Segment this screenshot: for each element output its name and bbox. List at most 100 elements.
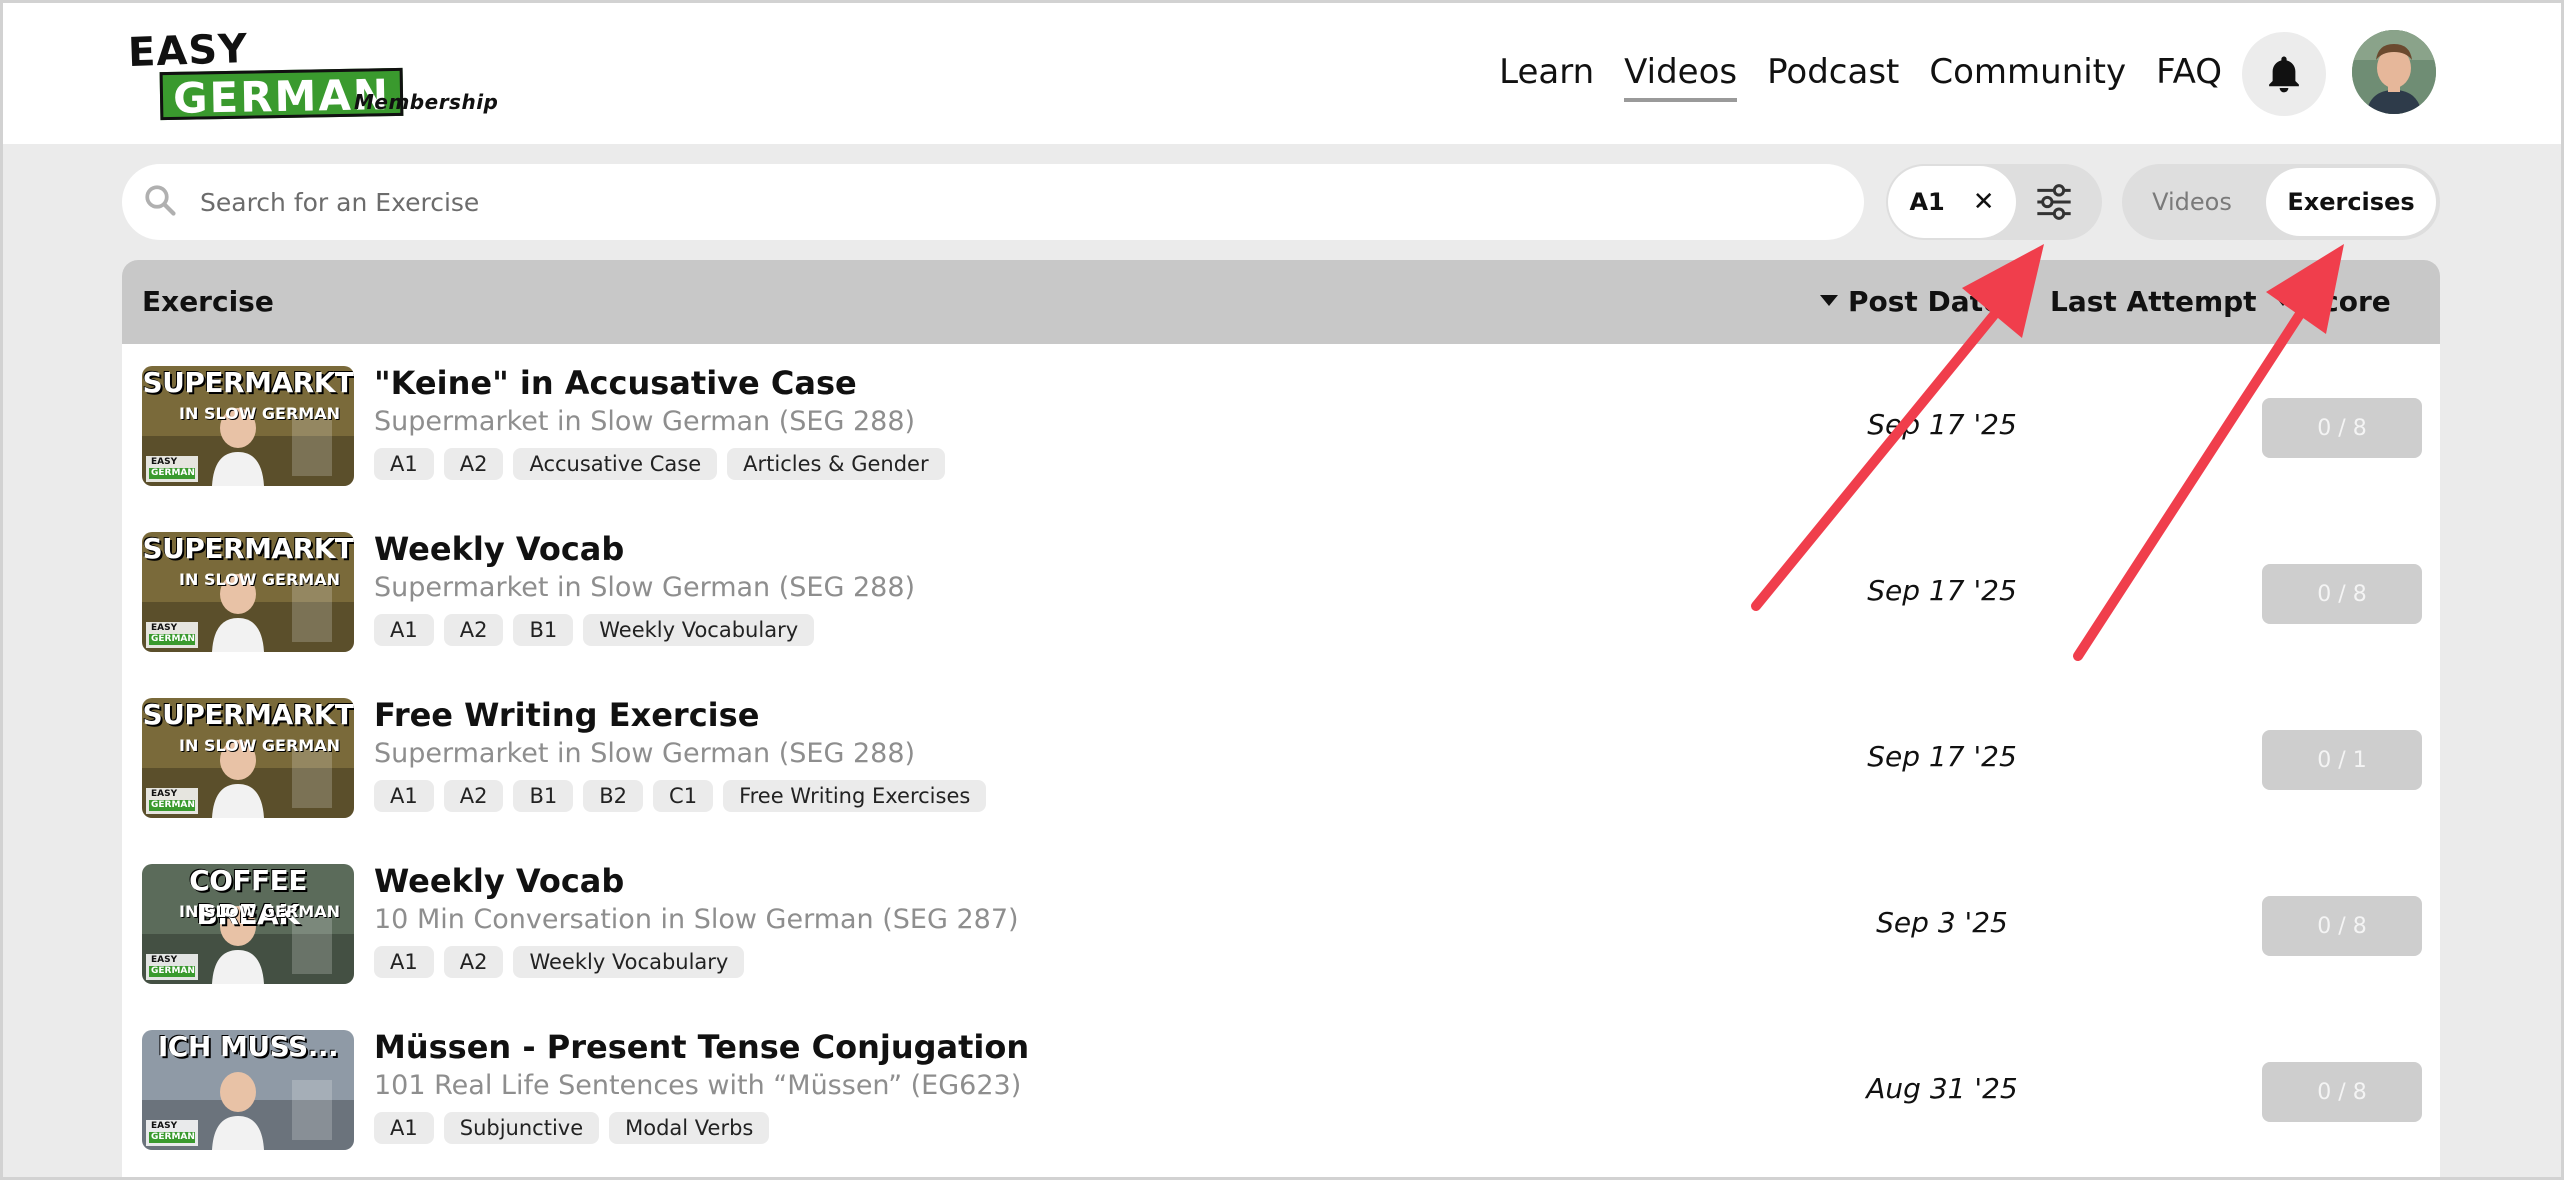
badge-german: GERMAN — [149, 634, 195, 645]
sliders-icon — [2037, 184, 2071, 220]
thumbnail-headline: SUPERMARKT — [142, 532, 354, 565]
exercise-title[interactable]: Weekly Vocab — [374, 530, 624, 568]
table-row[interactable]: ICH MUSS... EASY GERMAN Müssen - Present Te… — [122, 1008, 2440, 1174]
badge-easy: EASY — [151, 955, 178, 965]
level-tag: Accusative Case — [513, 448, 718, 480]
video-thumbnail[interactable]: SUPERMARKT IN SLOW GERMAN EASY GERMAN — [142, 698, 354, 818]
thumbnail-headline: ICH MUSS... — [157, 1030, 339, 1063]
tag-list: A1 Subjunctive Modal Verbs — [374, 1112, 770, 1144]
logo-easy-text: EASY — [127, 25, 249, 77]
thumbnail-subtext: IN SLOW GERMAN — [179, 736, 340, 755]
level-tag: Modal Verbs — [609, 1112, 770, 1144]
easy-german-badge: EASY GERMAN — [146, 954, 198, 980]
nav-videos[interactable]: Videos — [1624, 46, 1737, 102]
nav-podcast[interactable]: Podcast — [1767, 46, 1899, 98]
exercise-source: 10 Min Conversation in Slow German (SEG … — [374, 904, 1019, 935]
notifications-button[interactable] — [2242, 32, 2326, 116]
tag-list: A1 A2 Accusative Case Articles & Gender — [374, 448, 945, 480]
level-tag: Articles & Gender — [727, 448, 945, 480]
badge-german: GERMAN — [149, 468, 195, 479]
search-input[interactable] — [200, 164, 1840, 240]
filter-chip-label: A1 — [1909, 188, 1945, 216]
exercise-title[interactable]: Müssen - Present Tense Conjugation — [374, 1028, 1029, 1066]
badge-easy: EASY — [151, 623, 178, 633]
tag-list: A1 A2 B1 B2 C1 Free Writing Exercises — [374, 780, 987, 812]
badge-german: GERMAN — [149, 800, 195, 811]
nav-faq[interactable]: FAQ — [2156, 46, 2222, 98]
level-tag: A1 — [374, 780, 434, 812]
easy-german-logo[interactable]: EASY GERMAN Membership — [122, 25, 498, 123]
tag-list: A1 A2 B1 Weekly Vocabulary — [374, 614, 815, 646]
thumbnail-subtext: IN SLOW GERMAN — [179, 570, 340, 589]
filter-settings-button[interactable] — [2026, 176, 2082, 228]
video-thumbnail[interactable]: ICH MUSS... EASY GERMAN — [142, 1030, 354, 1150]
sort-caret-icon — [1820, 294, 1838, 306]
exercise-search — [122, 164, 1864, 240]
thumbnail-headline: SUPERMARKT — [142, 366, 354, 399]
post-date: Sep 3 '25 — [1876, 906, 2008, 939]
exercise-source: Supermarket in Slow German (SEG 288) — [374, 406, 916, 437]
level-tag: C1 — [653, 780, 714, 812]
main-nav: Learn Videos Podcast Community FAQ — [1499, 46, 2222, 102]
score-badge[interactable]: 0 / 8 — [2262, 896, 2422, 956]
exercise-title[interactable]: Weekly Vocab — [374, 862, 624, 900]
exercise-title[interactable]: "Keine" in Accusative Case — [374, 364, 857, 402]
score-badge[interactable]: 0 / 8 — [2262, 1062, 2422, 1122]
post-date: Sep 17 '25 — [1867, 408, 2017, 441]
video-thumbnail[interactable]: SUPERMARKT IN SLOW GERMAN EASY GERMAN — [142, 532, 354, 652]
score-badge[interactable]: 0 / 1 — [2262, 730, 2422, 790]
search-icon — [145, 185, 176, 216]
video-thumbnail[interactable]: COFFEE BREAK IN SLOW GERMAN EASY GERMAN — [142, 864, 354, 984]
bell-icon — [2269, 56, 2299, 93]
close-icon[interactable]: ✕ — [1973, 187, 1995, 217]
thumbnail-subtext: IN SLOW GERMAN — [179, 902, 340, 921]
badge-german: GERMAN — [149, 1132, 195, 1143]
nav-learn[interactable]: Learn — [1499, 46, 1594, 98]
sort-caret-icon — [2274, 294, 2292, 306]
toggle-videos[interactable]: Videos — [2122, 164, 2262, 240]
exercise-title[interactable]: Free Writing Exercise — [374, 696, 759, 734]
score-badge[interactable]: 0 / 8 — [2262, 564, 2422, 624]
avatar-portrait — [2352, 30, 2436, 114]
toggle-exercises[interactable]: Exercises — [2266, 168, 2436, 236]
level-tag: A1 — [374, 1112, 434, 1144]
easy-german-badge: EASY GERMAN — [146, 622, 198, 648]
tag-list: A1 A2 Weekly Vocabulary — [374, 946, 745, 978]
level-tag: A1 — [374, 614, 434, 646]
level-tag: A2 — [443, 448, 504, 480]
level-tag: A2 — [443, 946, 504, 978]
level-tag: B1 — [513, 780, 574, 812]
view-toggle: Videos Exercises — [2122, 164, 2440, 240]
thumbnail-headline: SUPERMARKT — [142, 698, 354, 731]
level-tag: B2 — [583, 780, 644, 812]
level-tag: B1 — [513, 614, 574, 646]
level-filter-chip[interactable]: A1 ✕ — [1888, 166, 2016, 238]
header-post-date[interactable]: Post Date — [1820, 260, 2002, 344]
top-header: EASY GERMAN Membership Learn Videos Podc… — [0, 0, 2564, 144]
badge-easy: EASY — [151, 789, 178, 799]
exercise-table: Exercise Post Date Last Attempt Score SU… — [122, 260, 2440, 1180]
level-tag: Free Writing Exercises — [723, 780, 987, 812]
level-tag: A1 — [374, 448, 434, 480]
header-last-attempt[interactable]: Last Attempt — [2050, 260, 2257, 344]
score-badge[interactable]: 0 / 8 — [2262, 398, 2422, 458]
table-row[interactable]: SUPERMARKT IN SLOW GERMAN EASY GERMAN "Keine… — [122, 344, 2440, 510]
exercise-source: Supermarket in Slow German (SEG 288) — [374, 572, 916, 603]
table-row[interactable]: SUPERMARKT IN SLOW GERMAN EASY GERMAN Weekly… — [122, 510, 2440, 676]
easy-german-badge: EASY GERMAN — [146, 456, 198, 482]
exercise-source: Supermarket in Slow German (SEG 288) — [374, 738, 916, 769]
user-avatar[interactable] — [2352, 30, 2436, 114]
header-score[interactable]: Score — [2274, 260, 2391, 344]
filter-group: A1 ✕ — [1886, 164, 2102, 240]
logo-membership-text: Membership — [354, 90, 499, 114]
badge-german: GERMAN — [149, 966, 195, 977]
video-thumbnail[interactable]: SUPERMARKT IN SLOW GERMAN EASY GERMAN — [142, 366, 354, 486]
post-date: Sep 17 '25 — [1867, 740, 2017, 773]
level-tag: Weekly Vocabulary — [513, 946, 745, 978]
table-row[interactable]: COFFEE BREAK IN SLOW GERMAN EASY GERMAN Week… — [122, 842, 2440, 1008]
table-row[interactable]: SUPERMARKT IN SLOW GERMAN EASY GERMAN Free W… — [122, 676, 2440, 842]
header-post-date-label: Post Date — [1848, 285, 2003, 318]
table-header: Exercise Post Date Last Attempt Score — [122, 260, 2440, 344]
nav-community[interactable]: Community — [1929, 46, 2126, 98]
badge-easy: EASY — [151, 1121, 178, 1131]
